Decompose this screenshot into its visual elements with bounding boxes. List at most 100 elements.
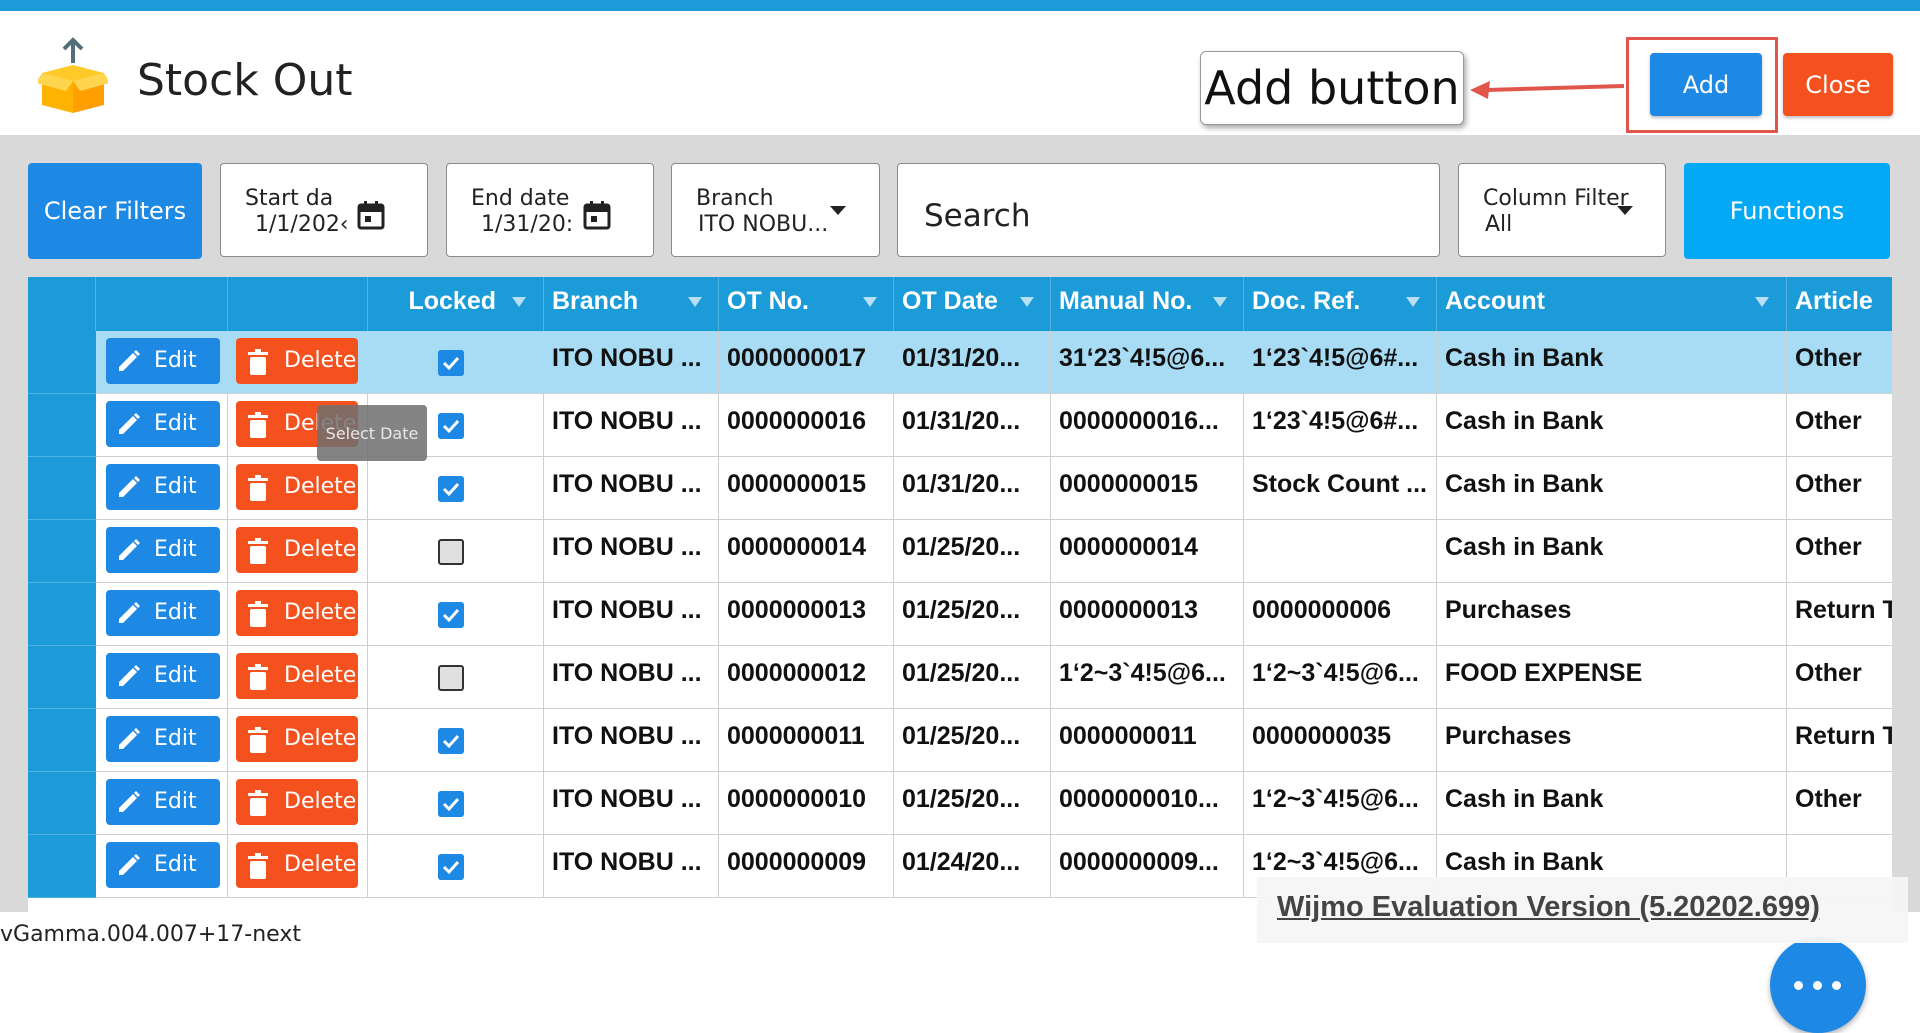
- edit-button[interactable]: Edit: [106, 527, 220, 573]
- checkbox-checked-icon[interactable]: [438, 350, 464, 376]
- functions-button[interactable]: Functions: [1684, 163, 1890, 259]
- cell-article: Other: [1795, 533, 1862, 561]
- checkbox-checked-icon[interactable]: [438, 476, 464, 502]
- table-row[interactable]: Edit Delete ITO NOBU ... 0000000011 01/25/20…: [28, 709, 1892, 772]
- column-header-ot-date[interactable]: OT Date: [894, 277, 1051, 331]
- table-row[interactable]: Edit Delete ITO NOBU ... 0000000017 01/31/20…: [28, 331, 1892, 394]
- column-filter-select[interactable]: Column Filter All: [1458, 163, 1666, 257]
- delete-button[interactable]: Delete: [236, 779, 358, 825]
- chevron-down-icon: [1617, 206, 1633, 215]
- cell-ot-no: 0000000013: [719, 583, 894, 645]
- delete-button[interactable]: Delete: [236, 590, 358, 636]
- cell-manual-no: 0000000015: [1051, 457, 1244, 519]
- cell-article: Return T: [1795, 722, 1892, 750]
- table-row[interactable]: EditDeleteITO NOBU ...000000001601/31/20…: [28, 394, 1892, 457]
- row-selector[interactable]: [28, 835, 96, 898]
- delete-button[interactable]: Delete: [236, 464, 358, 510]
- delete-button[interactable]: Delete: [236, 842, 358, 888]
- filter-funnel-icon[interactable]: [1213, 297, 1227, 307]
- edit-label: Edit: [154, 537, 197, 562]
- cell-ot-no: 0000000015: [719, 457, 894, 519]
- trash-icon: [248, 349, 268, 375]
- cell-edit: Edit: [96, 835, 228, 897]
- calendar-icon[interactable]: [357, 200, 385, 230]
- table-row[interactable]: Edit Delete ITO NOBU ... 0000000015 01/31/20…: [28, 457, 1892, 520]
- edit-button[interactable]: Edit: [106, 842, 220, 888]
- more-actions-fab[interactable]: [1770, 937, 1866, 1033]
- wijmo-watermark: Wijmo Evaluation Version (5.20202.699): [1257, 877, 1908, 943]
- branch-select[interactable]: Branch ITO NOBU...: [671, 163, 880, 257]
- end-date-value: 1/31/20:: [481, 212, 574, 237]
- table-row[interactable]: Edit Delete ITO NOBU ... 0000000012 01/25/20…: [28, 646, 1892, 709]
- clear-filters-button[interactable]: Clear Filters: [28, 163, 202, 259]
- checkbox-checked-icon[interactable]: [438, 602, 464, 628]
- filter-funnel-icon[interactable]: [863, 297, 877, 307]
- table-row[interactable]: Edit Delete ITO NOBU ... 0000000014 01/25/20…: [28, 520, 1892, 583]
- column-header-locked[interactable]: Locked: [368, 277, 544, 331]
- trash-icon: [248, 853, 268, 879]
- edit-button[interactable]: Edit: [106, 590, 220, 636]
- column-header-account[interactable]: Account: [1437, 277, 1787, 331]
- row-selector[interactable]: [28, 520, 96, 583]
- table-row[interactable]: Edit Delete ITO NOBU ... 0000000013 01/25/20…: [28, 583, 1892, 646]
- select-date-tooltip: Select Date: [317, 405, 427, 461]
- delete-label: Delete: [284, 348, 357, 373]
- close-button[interactable]: Close: [1783, 53, 1893, 116]
- checkbox-unchecked-icon[interactable]: [438, 665, 464, 691]
- cell-doc-ref: [1244, 520, 1437, 582]
- column-header-doc-ref[interactable]: Doc. Ref.: [1244, 277, 1437, 331]
- delete-button[interactable]: Delete: [236, 716, 358, 762]
- column-header-manual-no[interactable]: Manual No.: [1051, 277, 1244, 331]
- delete-button[interactable]: Delete: [236, 527, 358, 573]
- add-button[interactable]: Add: [1650, 53, 1762, 116]
- row-selector[interactable]: [28, 394, 96, 457]
- filter-bar: Clear Filters Start da 1/1/202‹ End date…: [0, 135, 1920, 275]
- edit-label: Edit: [154, 726, 197, 751]
- table-row[interactable]: Edit Delete ITO NOBU ... 0000000010 01/25/20…: [28, 772, 1892, 835]
- edit-button[interactable]: Edit: [106, 338, 220, 384]
- delete-label: Delete: [284, 663, 357, 688]
- column-header-article[interactable]: Article: [1787, 277, 1892, 331]
- delete-button[interactable]: Delete: [236, 338, 358, 384]
- checkbox-checked-icon[interactable]: [438, 413, 464, 439]
- edit-button[interactable]: Edit: [106, 779, 220, 825]
- column-header-branch[interactable]: Branch: [544, 277, 719, 331]
- filter-funnel-icon[interactable]: [688, 297, 702, 307]
- checkbox-checked-icon[interactable]: [438, 791, 464, 817]
- cell-edit: Edit: [96, 583, 228, 645]
- checkbox-checked-icon[interactable]: [438, 728, 464, 754]
- start-date-field[interactable]: Start da 1/1/202‹: [220, 163, 428, 257]
- edit-label: Edit: [154, 663, 197, 688]
- calendar-icon[interactable]: [583, 200, 611, 230]
- row-selector[interactable]: [28, 772, 96, 835]
- edit-button[interactable]: Edit: [106, 464, 220, 510]
- trash-icon: [248, 601, 268, 627]
- end-date-field[interactable]: End date 1/31/20:: [446, 163, 654, 257]
- cell-delete: Delete: [228, 583, 368, 645]
- edit-button[interactable]: Edit: [106, 401, 220, 447]
- row-selector[interactable]: [28, 583, 96, 646]
- row-selector[interactable]: [28, 646, 96, 709]
- cell-ot-no: 0000000009: [719, 835, 894, 897]
- cell-account: Cash in Bank: [1437, 520, 1787, 582]
- cell-manual-no: 0000000016...: [1051, 394, 1244, 456]
- cell-manual-no: 0000000011: [1051, 709, 1244, 771]
- filter-funnel-icon[interactable]: [1020, 297, 1034, 307]
- checkbox-checked-icon[interactable]: [438, 854, 464, 880]
- delete-button[interactable]: Delete: [236, 653, 358, 699]
- edit-button[interactable]: Edit: [106, 653, 220, 699]
- filter-funnel-icon[interactable]: [512, 297, 526, 307]
- cell-article: Return T: [1795, 596, 1892, 624]
- filter-funnel-icon[interactable]: [1755, 297, 1769, 307]
- row-selector[interactable]: [28, 457, 96, 520]
- row-selector[interactable]: [28, 331, 96, 394]
- row-selector[interactable]: [28, 709, 96, 772]
- search-input[interactable]: Search: [897, 163, 1440, 257]
- wijmo-evaluation-link[interactable]: Wijmo Evaluation Version (5.20202.699): [1277, 891, 1820, 924]
- filter-funnel-icon[interactable]: [1406, 297, 1420, 307]
- cell-ot-no: 0000000011: [719, 709, 894, 771]
- checkbox-unchecked-icon[interactable]: [438, 539, 464, 565]
- column-header-ot-no[interactable]: OT No.: [719, 277, 894, 331]
- edit-button[interactable]: Edit: [106, 716, 220, 762]
- box-upload-icon: [38, 37, 108, 113]
